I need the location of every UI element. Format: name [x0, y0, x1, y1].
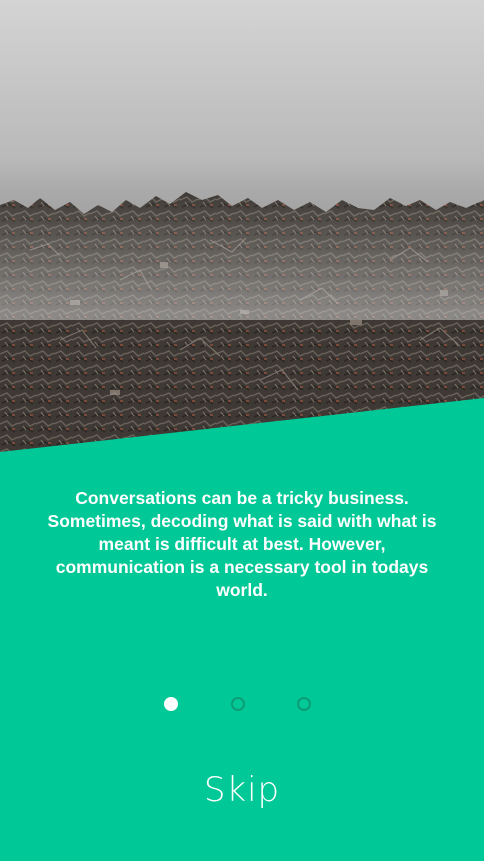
- hero-image: [0, 0, 484, 452]
- onboarding-message: Conversations can be a tricky business. …: [47, 488, 437, 600]
- page-dot-2[interactable]: [231, 697, 245, 711]
- landfill-illustration: [0, 190, 484, 452]
- page-dot-3[interactable]: [297, 697, 311, 711]
- page-indicator: [0, 697, 484, 713]
- skip-button[interactable]: Skip: [0, 770, 484, 810]
- page-dot-1[interactable]: [164, 697, 178, 711]
